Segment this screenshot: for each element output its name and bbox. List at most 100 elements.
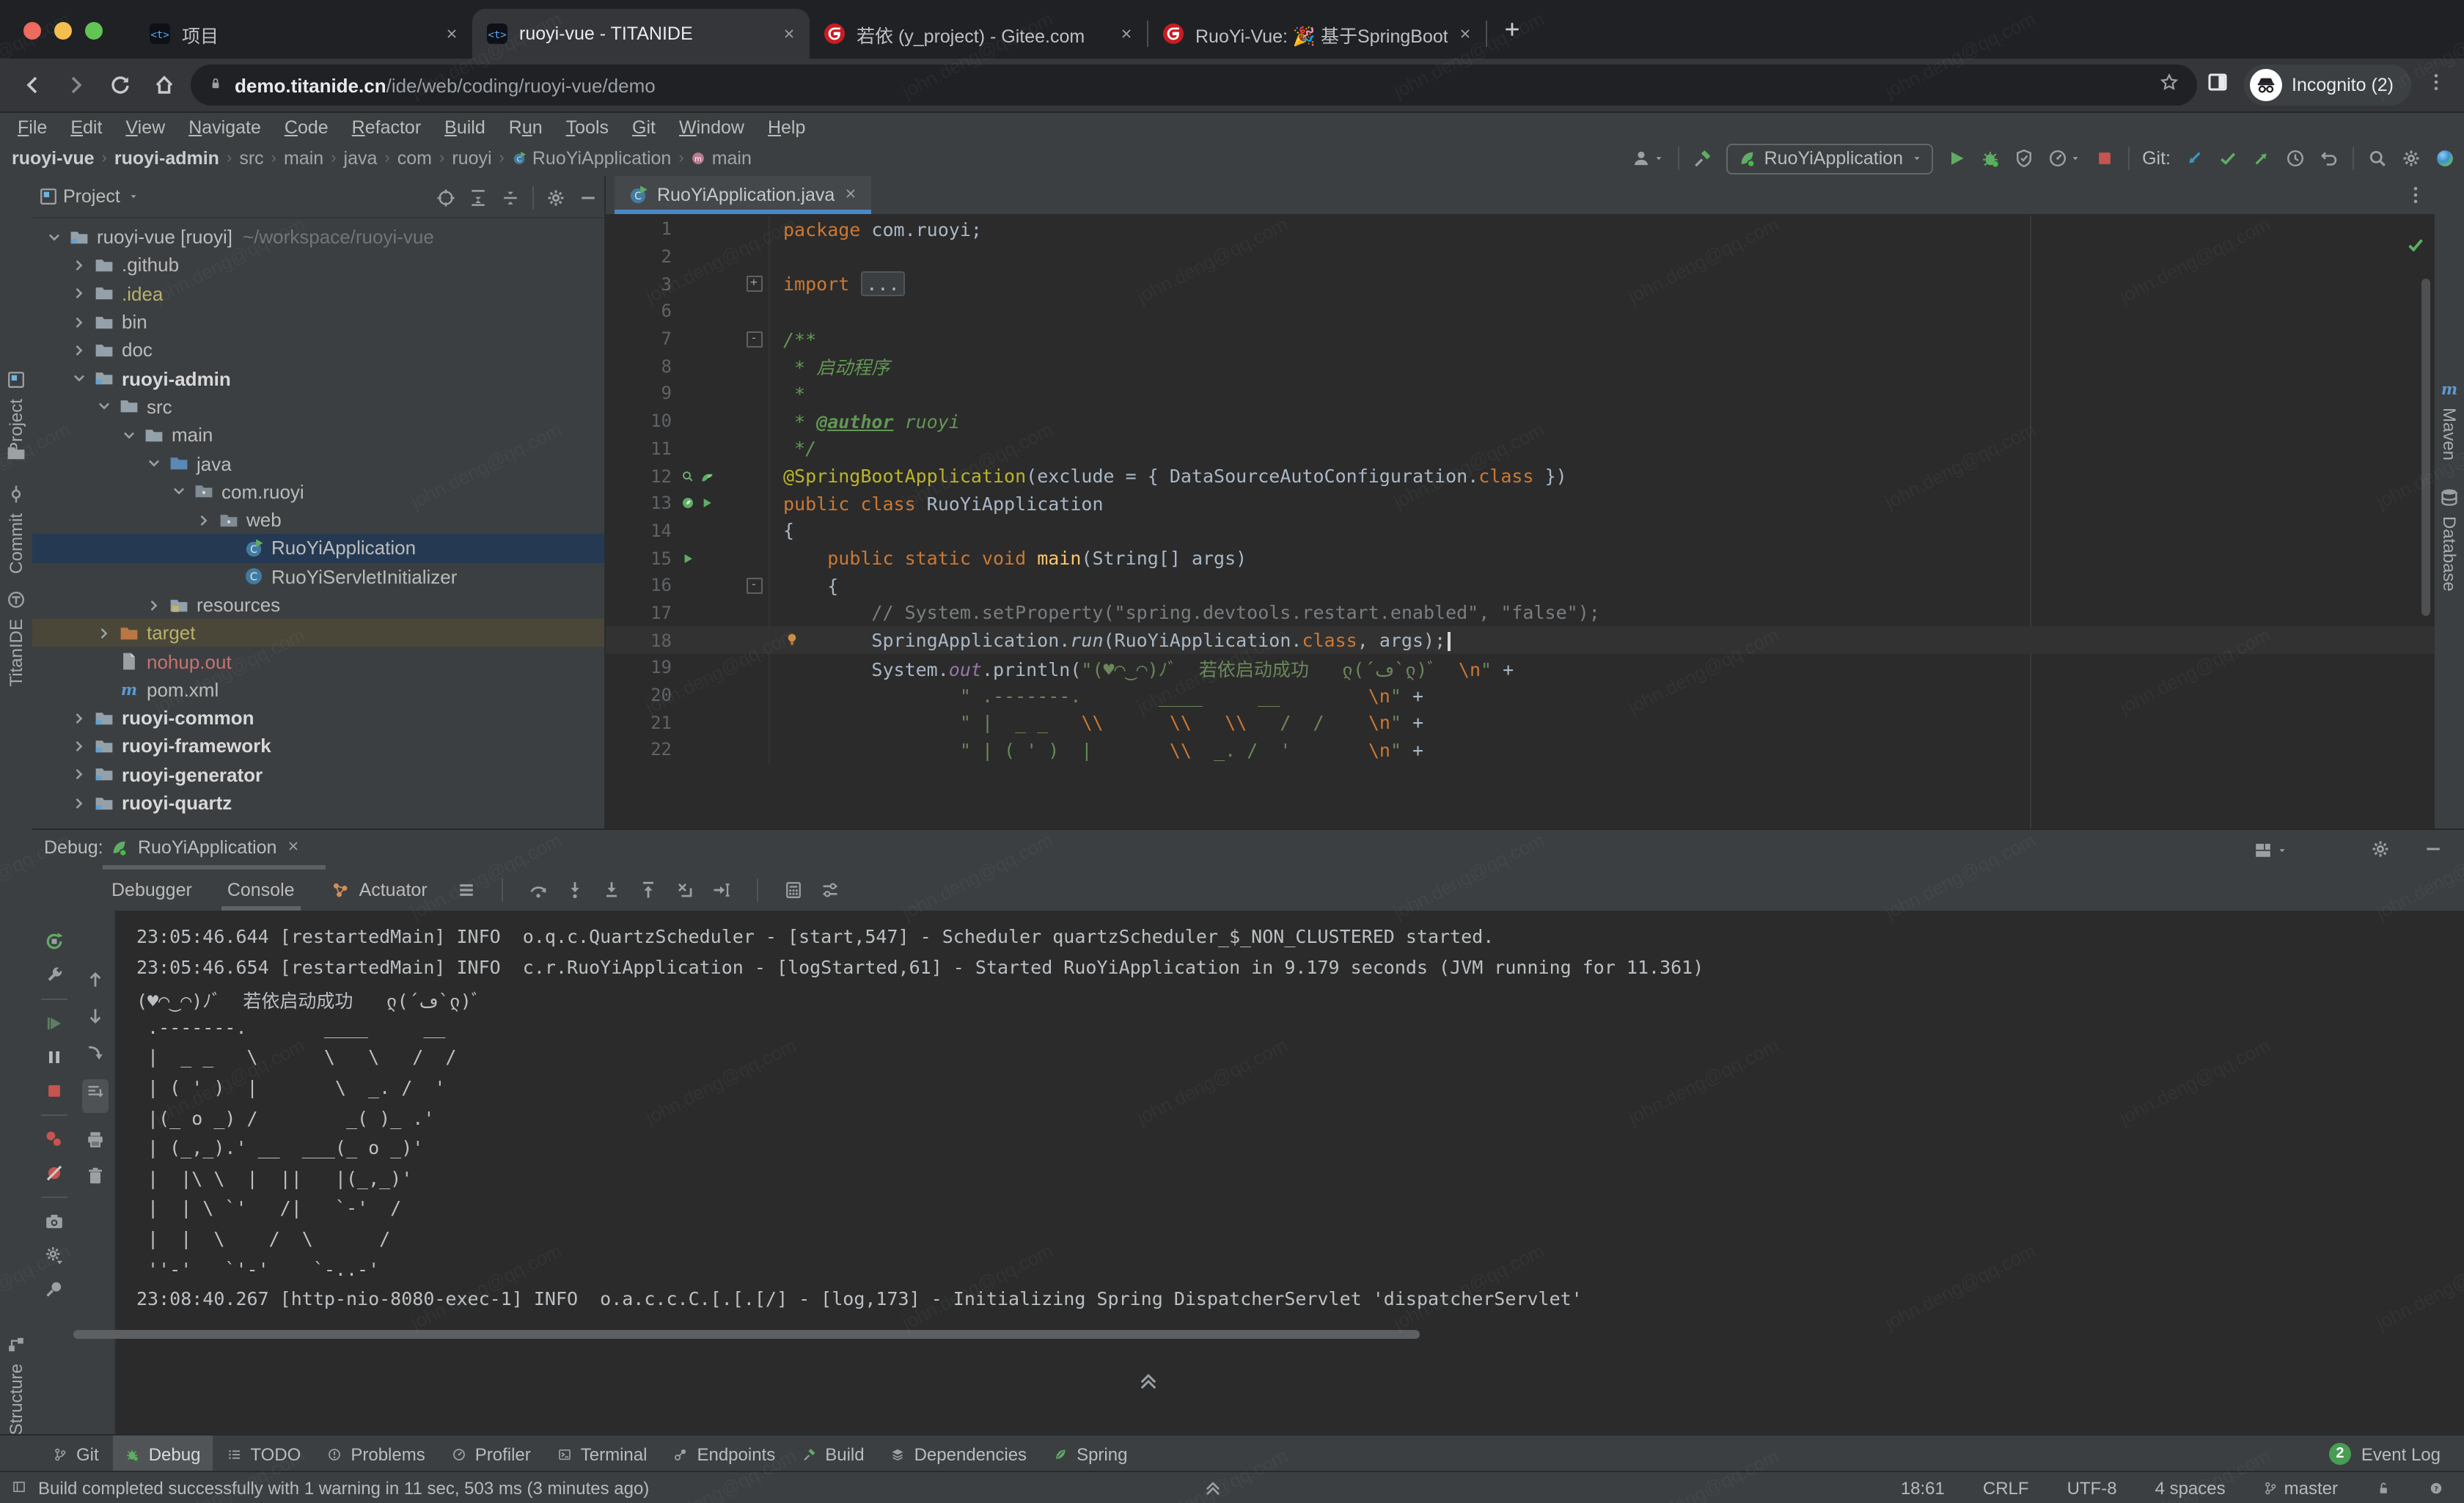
menu-navigate[interactable]: Navigate bbox=[177, 117, 273, 138]
editor-scrollbar[interactable] bbox=[2421, 279, 2430, 616]
tree-chevron-icon[interactable] bbox=[69, 255, 89, 276]
tree-item-com.ruoyi[interactable]: com.ruoyi bbox=[32, 477, 604, 506]
scroll-to-end-selected[interactable] bbox=[82, 1079, 109, 1113]
code-line-22[interactable]: 22 " | ( ' ) | \\ _. / ' \n" + bbox=[606, 736, 2435, 763]
status-item-utf8[interactable]: UTF-8 bbox=[2067, 1478, 2117, 1499]
layout-settings-button[interactable] bbox=[2253, 840, 2288, 861]
tree-chevron-icon[interactable] bbox=[69, 312, 89, 332]
intention-bulb-icon[interactable] bbox=[785, 633, 799, 647]
bps-icon[interactable] bbox=[44, 1129, 65, 1150]
stop-button-icon[interactable] bbox=[2094, 148, 2114, 169]
runtri-icon[interactable] bbox=[700, 496, 714, 510]
tree-chevron-icon[interactable] bbox=[69, 765, 89, 785]
new-tab-icon[interactable] bbox=[1502, 19, 1522, 40]
lines-icon[interactable] bbox=[457, 880, 477, 900]
tree-item-main[interactable]: main bbox=[32, 421, 604, 449]
tree-item-ruoyi-framework[interactable]: ruoyi-framework bbox=[32, 732, 604, 761]
code-line-11[interactable]: 11 */ bbox=[606, 435, 2435, 462]
code-line-13[interactable]: 13public class RuoYiApplication bbox=[606, 490, 2435, 517]
clock-icon[interactable] bbox=[2285, 148, 2306, 169]
tab-close-icon[interactable] bbox=[1458, 26, 1473, 41]
menu-refactor[interactable]: Refactor bbox=[340, 117, 433, 138]
debug-session-close-icon[interactable] bbox=[285, 839, 300, 853]
tree-chevron-icon[interactable] bbox=[194, 510, 214, 530]
debug-tab-console[interactable]: Console bbox=[210, 870, 312, 911]
toolwindow-button-debug[interactable]: Debug bbox=[114, 1436, 213, 1472]
tree-item-ruoyi-quartz[interactable]: ruoyi-quartz bbox=[32, 789, 604, 817]
breadcrumb-item[interactable]: mmain bbox=[692, 148, 752, 169]
event-log-button[interactable]: 2Event Log bbox=[2329, 1443, 2441, 1465]
status-item-master[interactable]: master bbox=[2264, 1478, 2338, 1499]
tree-item-.idea[interactable]: .idea bbox=[32, 279, 604, 308]
tool-stripe-titanide[interactable]: TitanIDE bbox=[6, 619, 26, 687]
gearcaret-icon[interactable] bbox=[44, 1245, 65, 1265]
code-line-9[interactable]: 9 * bbox=[606, 380, 2435, 407]
jump-icon[interactable] bbox=[85, 1043, 106, 1063]
tool-stripe-commit[interactable]: Commit bbox=[6, 513, 26, 574]
camera-icon[interactable] bbox=[44, 1211, 65, 1232]
expand-collapse-icon[interactable] bbox=[1137, 1370, 1160, 1393]
maven-icon[interactable]: m bbox=[2439, 378, 2460, 399]
address-bar[interactable]: demo.titanide.cn/ide/web/coding/ruoyi-vu… bbox=[191, 65, 2196, 106]
close-window-icon[interactable] bbox=[23, 22, 41, 40]
toolwindow-button-git[interactable]: Git bbox=[41, 1436, 111, 1472]
debug-minimize-icon[interactable] bbox=[2423, 839, 2443, 859]
tree-item-target[interactable]: target bbox=[32, 619, 604, 647]
tree-chevron-icon[interactable] bbox=[69, 793, 89, 813]
code-line-17[interactable]: 17 // System.setProperty("spring.devtool… bbox=[606, 599, 2435, 626]
gear-icon[interactable] bbox=[2401, 148, 2421, 169]
project-panel-title[interactable]: Project bbox=[63, 186, 120, 207]
tree-chevron-icon[interactable] bbox=[94, 623, 114, 644]
status-chevrons-icon[interactable] bbox=[1203, 1478, 1223, 1499]
rundash-icon[interactable] bbox=[681, 468, 695, 483]
code-line-2[interactable]: 2 bbox=[606, 243, 2435, 270]
minus-icon[interactable] bbox=[578, 188, 598, 208]
pin-icon[interactable] bbox=[44, 1279, 65, 1299]
step-force-icon[interactable] bbox=[602, 880, 623, 900]
maximize-window-icon[interactable] bbox=[85, 22, 103, 40]
debug-tab-debugger[interactable]: Debugger bbox=[94, 870, 210, 911]
fold-marker[interactable]: - bbox=[746, 331, 762, 347]
status-item[interactable]: ? bbox=[2429, 1481, 2443, 1496]
tab-close-icon[interactable] bbox=[782, 26, 796, 41]
code-line-3[interactable]: 3+import ... bbox=[606, 271, 2435, 298]
search-icon[interactable] bbox=[2367, 148, 2388, 169]
editor-tab-close-icon[interactable] bbox=[843, 186, 858, 201]
browser-tab[interactable]: RuoYi-Vue: 🎉 基于SpringBoot, bbox=[1148, 9, 1486, 59]
tree-chevron-icon[interactable] bbox=[69, 368, 89, 389]
home-icon[interactable] bbox=[153, 73, 176, 97]
step-out-icon[interactable] bbox=[639, 880, 659, 900]
tree-item-nohup.out[interactable]: nohup.out bbox=[32, 647, 604, 676]
down-icon[interactable] bbox=[85, 1006, 106, 1026]
breadcrumb-item[interactable]: ruoyi-admin bbox=[114, 148, 219, 169]
tool-stripe-structure[interactable]: Structure bbox=[6, 1364, 26, 1435]
tree-chevron-icon[interactable] bbox=[69, 708, 89, 728]
menu-file[interactable]: File bbox=[6, 117, 59, 138]
browser-tab[interactable]: <t>项目 bbox=[135, 9, 472, 59]
build-project-icon[interactable] bbox=[1693, 148, 1713, 169]
window-controls[interactable] bbox=[23, 22, 103, 40]
menu-build[interactable]: Build bbox=[433, 117, 497, 138]
editor-body[interactable]: 1package com.ruoyi;23+import ...67-/**8 … bbox=[606, 216, 2435, 828]
sphere-icon[interactable] bbox=[2435, 148, 2455, 169]
trash-icon[interactable] bbox=[85, 1166, 106, 1186]
run-config-selector[interactable]: RuoYiApplication bbox=[1726, 143, 1932, 174]
project-icon[interactable] bbox=[6, 370, 26, 390]
step-over-icon[interactable] bbox=[529, 880, 549, 900]
status-item-1861[interactable]: 18:61 bbox=[1901, 1478, 1945, 1499]
code-line-21[interactable]: 21 " | _ _ \\ \\ \\ / / \n" + bbox=[606, 709, 2435, 736]
forward-icon[interactable] bbox=[65, 73, 88, 97]
collapse-icon[interactable] bbox=[500, 188, 521, 208]
code-line-16[interactable]: 16- { bbox=[606, 572, 2435, 599]
debug-button-icon[interactable] bbox=[1979, 148, 2000, 169]
commit-icon[interactable] bbox=[6, 484, 26, 504]
step-into-icon[interactable] bbox=[565, 880, 586, 900]
layout-icon[interactable] bbox=[2253, 840, 2273, 861]
code-line-19[interactable]: 19 System.out.println("(♥◠‿◠)ﾉﾞ 若依启动成功 ლ… bbox=[606, 654, 2435, 681]
tab-close-icon[interactable] bbox=[444, 26, 459, 41]
tree-item-src[interactable]: src bbox=[32, 393, 604, 422]
bean-icon[interactable] bbox=[681, 496, 695, 510]
menu-view[interactable]: View bbox=[114, 117, 177, 138]
status-item[interactable] bbox=[2376, 1481, 2391, 1496]
browser-tab[interactable]: 若依 (y_project) - Gitee.com bbox=[810, 9, 1147, 59]
